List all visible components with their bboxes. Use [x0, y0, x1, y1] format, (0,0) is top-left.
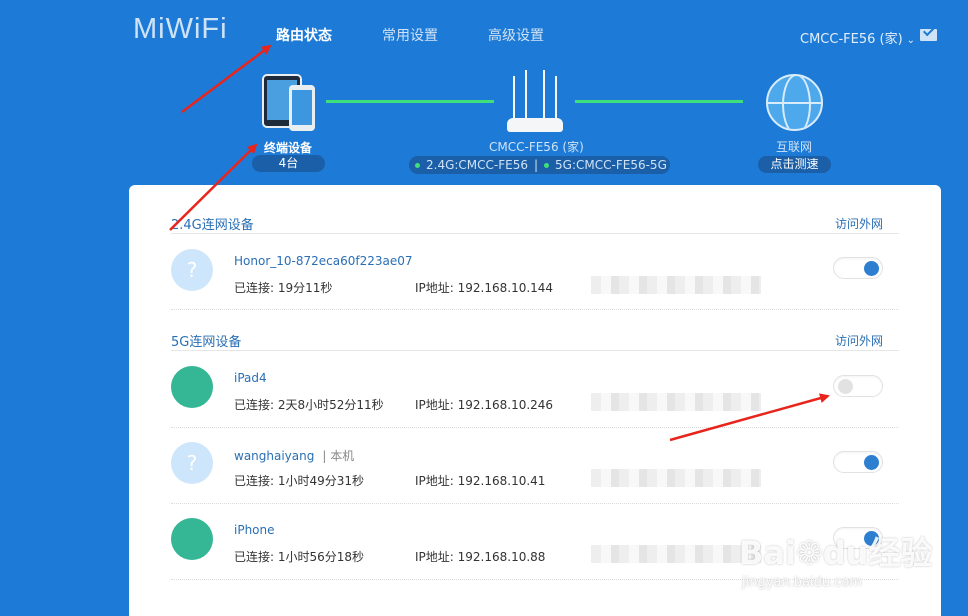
section-title-24g: 2.4G连网设备	[171, 218, 254, 233]
tab-common-settings[interactable]: 常用设置	[382, 25, 438, 45]
device-name: wanghaiyang	[234, 449, 315, 463]
router-icon	[507, 70, 563, 132]
chevron-down-icon: ⌄	[906, 35, 916, 46]
mail-icon[interactable]	[920, 29, 937, 41]
internet-access-toggle[interactable]	[833, 451, 883, 473]
device-connected-time: 已连接: 1小时49分31秒	[234, 474, 365, 488]
section-title-5g: 5G连网设备	[171, 335, 242, 350]
device-connected-time: 已连接: 1小时56分18秒	[234, 550, 365, 564]
divider	[171, 427, 899, 428]
account-name: CMCC-FE56 (家)	[800, 32, 903, 47]
internet-access-toggle[interactable]	[833, 375, 883, 397]
device-name[interactable]: Honor_10-872eca60f223ae07	[234, 254, 413, 268]
paw-icon: ❁	[795, 534, 823, 572]
status-dot-icon	[415, 163, 420, 168]
connection-line-internet	[575, 100, 743, 103]
device-ip: IP地址: 192.168.10.246	[415, 398, 554, 412]
redacted-field	[591, 545, 761, 563]
device-connected-time: 已连接: 19分11秒	[234, 281, 333, 295]
tab-advanced-settings[interactable]: 高级设置	[488, 25, 544, 45]
ssid-badge: 2.4G:CMCC-FE56 | 5G:CMCC-FE56-5G	[409, 156, 670, 174]
this-device-tag: | 本机	[322, 449, 355, 463]
device-ip: IP地址: 192.168.10.144	[415, 281, 554, 295]
redacted-field	[591, 276, 761, 294]
internet-label: 互联网	[776, 140, 813, 154]
tab-router-status[interactable]: 路由状态	[276, 25, 332, 45]
divider	[171, 309, 899, 310]
arrow-to-router-status-tab	[181, 44, 272, 113]
miwifi-logo: MiWiFi	[133, 13, 228, 45]
ssid-separator: |	[534, 158, 539, 172]
terminal-devices-label[interactable]: 终端设备	[264, 139, 312, 156]
device-ip: IP地址: 192.168.10.41	[415, 474, 546, 488]
status-dot-icon	[544, 163, 550, 168]
internet-access-header: 访问外网	[835, 217, 884, 231]
ssid-5g: 5G:CMCC-FE56-5G	[555, 158, 667, 172]
apple-icon	[171, 518, 213, 560]
divider	[171, 350, 899, 351]
apple-icon	[171, 366, 213, 408]
watermark-url: jingyan.baidu.com	[742, 575, 862, 590]
router-name-label: CMCC-FE56 (家)	[489, 140, 584, 154]
device-ip: IP地址: 192.168.10.88	[415, 550, 546, 564]
device-connected-time: 已连接: 2天8小时52分11秒	[234, 398, 384, 412]
divider	[171, 233, 899, 234]
account-dropdown[interactable]: CMCC-FE56 (家) ⌄	[800, 28, 915, 47]
internet-access-toggle[interactable]	[833, 257, 883, 279]
redacted-field	[591, 393, 761, 411]
ssid-24g: 2.4G:CMCC-FE56	[426, 158, 528, 172]
device-name[interactable]: iPad4	[234, 371, 267, 385]
baidu-jingyan-watermark: Bai❁du经验	[739, 534, 933, 572]
unknown-device-icon: ?	[171, 249, 213, 291]
speedtest-button[interactable]: 点击测速	[758, 156, 831, 173]
phone-icon	[289, 85, 315, 131]
device-name[interactable]: iPhone	[234, 523, 275, 537]
redacted-field	[591, 469, 761, 487]
divider	[171, 503, 899, 504]
internet-access-header: 访问外网	[835, 334, 884, 348]
unknown-device-icon: ?	[171, 442, 213, 484]
connection-line-devices	[326, 100, 494, 103]
globe-icon[interactable]	[766, 74, 823, 131]
device-name-wrap[interactable]: wanghaiyang | 本机	[234, 447, 354, 464]
terminal-count-badge: 4台	[252, 155, 325, 172]
